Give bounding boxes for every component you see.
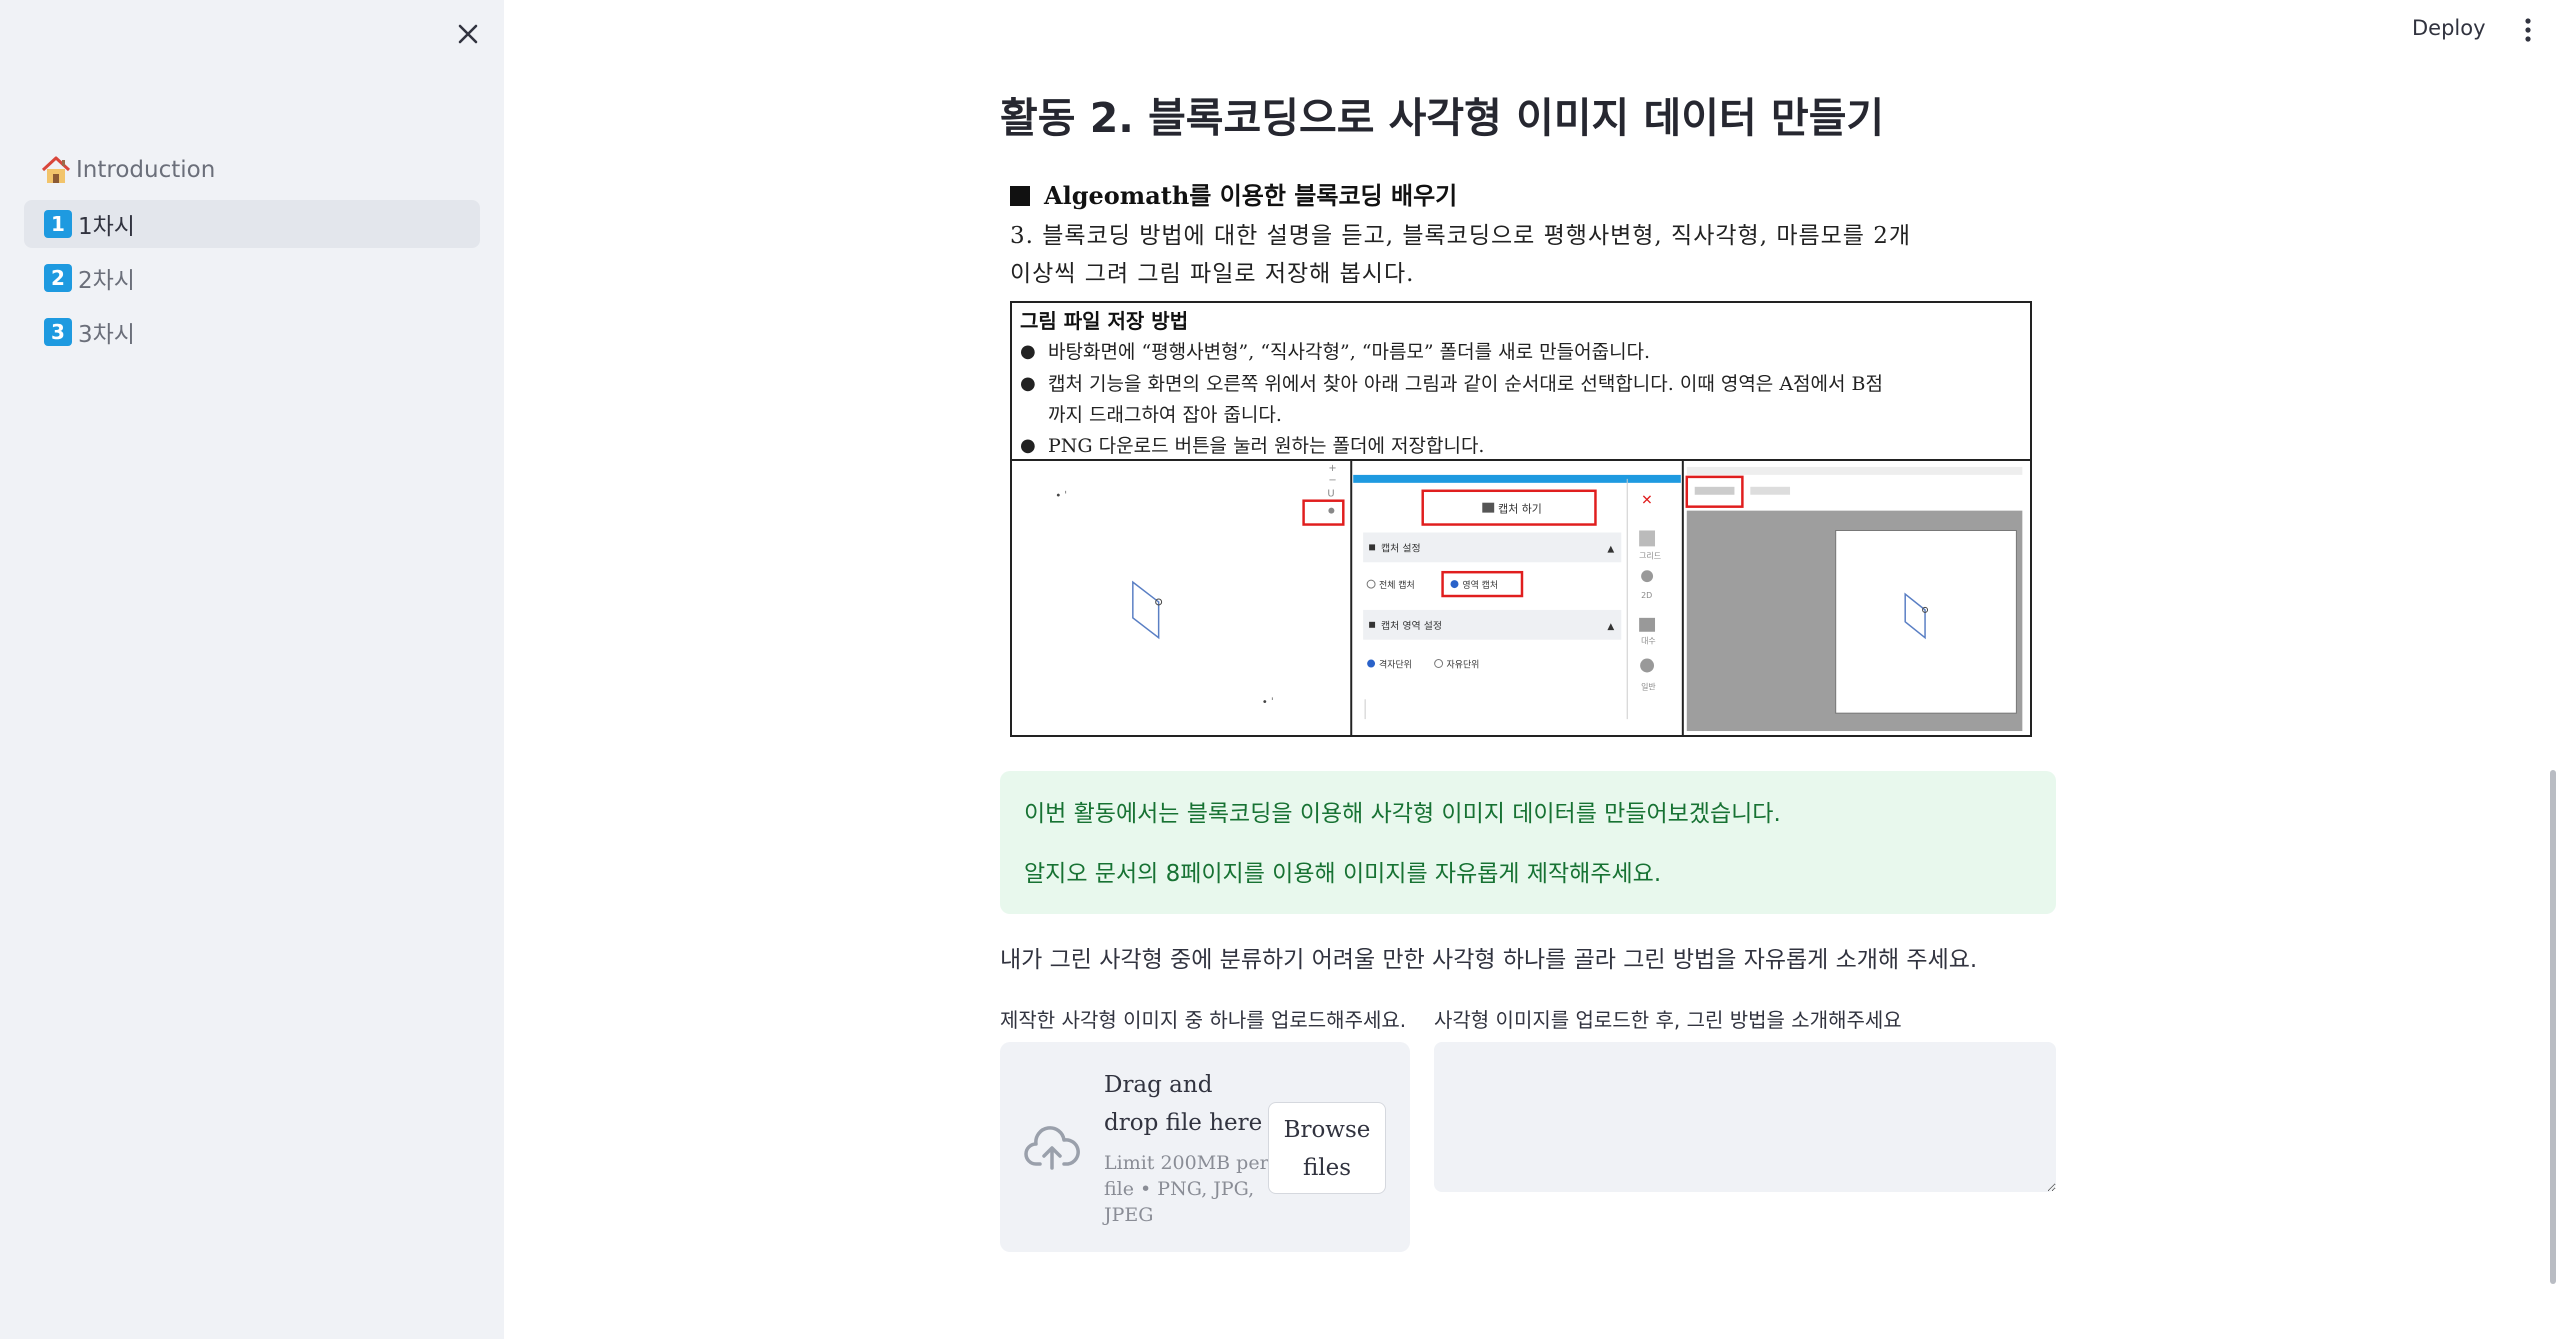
cloud-upload-icon — [1024, 1122, 1080, 1178]
nav-item-introduction[interactable]: Introduction — [24, 146, 480, 194]
dropzone-instructions: Drag and drop file here — [1104, 1072, 1263, 1136]
svg-text:격자단위: 격자단위 — [1379, 658, 1412, 670]
worksheet-bullet: PNG 다운로드 버튼을 눌러 원하는 폴더에 저장합니다. — [1012, 430, 2030, 462]
svg-text:캡처 설정: 캡처 설정 — [1381, 542, 1421, 554]
black-square-icon — [1010, 186, 1030, 206]
browse-files-button[interactable]: Browse files — [1268, 1102, 1386, 1194]
nav-item-3[interactable]: 3 3차시 — [24, 308, 480, 356]
keycap-1-icon: 1 — [44, 210, 72, 238]
svg-text:▲: ▲ — [1607, 622, 1614, 632]
capture-icon-highlight — [1302, 499, 1345, 526]
worksheet-box: 그림 파일 저장 방법 바탕화면에 “평행사변형”, “직사각형”, “마름모”… — [1010, 301, 2032, 737]
panel-3-area-selection — [1685, 466, 2023, 732]
sidebar: Introduction 1 1차시 2 2차시 3 3차시 — [0, 0, 504, 1339]
nav-item-2[interactable]: 2 2차시 — [24, 254, 480, 302]
more-menu-icon[interactable] — [2514, 16, 2542, 44]
page-title: 활동 2. 블록코딩으로 사각형 이미지 데이터 만들기 — [1000, 94, 1885, 142]
file-dropzone[interactable]: Drag and drop file here Limit 200MB per … — [1000, 1042, 1410, 1252]
svg-text:일반: 일반 — [1641, 682, 1656, 691]
worksheet-image: Algeomath를 이용한 블록코딩 배우기 3. 블록코딩 방법에 대한 설… — [1010, 176, 2034, 742]
page-scrollbar[interactable] — [2550, 770, 2556, 1284]
svg-text:−: − — [1328, 475, 1336, 486]
svg-text:▲: ▲ — [1607, 544, 1614, 554]
deploy-button[interactable]: Deploy — [2412, 16, 2486, 40]
panel-2-capture-settings: 캡처 하기 ✕ 캡처 설정 ▲ 전체 캡처 영역 캡처 캡처 영역 설정 ▲ 격… — [1353, 474, 1681, 720]
close-sidebar-icon[interactable] — [452, 18, 484, 50]
nav-item-label: 3차시 — [78, 322, 135, 348]
worksheet-bullet-cont: 까지 드래그하여 잡아 줍니다. — [1048, 404, 1282, 426]
svg-text:• ˈ: • ˈ — [1262, 697, 1274, 708]
svg-text:U: U — [1327, 489, 1334, 500]
worksheet-instruction-2: 이상씩 그려 그림 파일로 저장해 봅시다. — [1010, 261, 1415, 287]
capture-steps-figure: + − U • ˈ • ˈ 캡처 하기 ✕ 캡처 설정 ▲ 전체 캡처 영역 캡… — [1012, 459, 2030, 735]
description-label: 사각형 이미지를 업로드한 후, 그린 방법을 소개해주세요 — [1434, 1008, 1902, 1032]
svg-text:대수: 대수 — [1641, 637, 1656, 646]
nav-item-label: Introduction — [76, 157, 216, 183]
info-alert: 이번 활동에서는 블록코딩을 이용해 사각형 이미지 데이터를 만들어보겠습니다… — [1000, 771, 2056, 914]
svg-text:전체 캡처: 전체 캡처 — [1379, 579, 1415, 591]
info-line-2: 알지오 문서의 8페이지를 이용해 이미지를 자유롭게 제작해주세요. — [1024, 861, 1662, 887]
svg-text:+: + — [1328, 463, 1336, 474]
svg-text:2D: 2D — [1641, 591, 1652, 600]
svg-text:자유단위: 자유단위 — [1447, 659, 1480, 670]
keycap-3-icon: 3 — [44, 318, 72, 346]
info-line-1: 이번 활동에서는 블록코딩을 이용해 사각형 이미지 데이터를 만들어보겠습니다… — [1024, 801, 1781, 827]
keycap-2-icon: 2 — [44, 264, 72, 292]
activity-prompt: 내가 그린 사각형 중에 분류하기 어려울 만한 사각형 하나를 골라 그린 방… — [1000, 947, 1978, 973]
svg-text:• ˈ: • ˈ — [1055, 491, 1067, 502]
panel-1-canvas: + − U • ˈ • ˈ — [1055, 463, 1345, 708]
house-icon — [40, 155, 72, 185]
nav-item-label: 1차시 — [78, 214, 135, 240]
svg-text:그리드: 그리드 — [1639, 551, 1661, 560]
panel-capture-button-label: 캡처 하기 — [1498, 502, 1542, 516]
worksheet-heading: Algeomath를 이용한 블록코딩 배우기 — [1010, 176, 2034, 211]
svg-text:캡처 영역 설정: 캡처 영역 설정 — [1381, 620, 1442, 632]
worksheet-instruction-1: 3. 블록코딩 방법에 대한 설명을 듣고, 블록코딩으로 평행사변형, 직사각… — [1010, 223, 1912, 249]
page-nav: Introduction 1 1차시 2 2차시 3 3차시 — [24, 146, 480, 362]
svg-text:✕: ✕ — [1641, 493, 1653, 509]
worksheet-bullet: 바탕화면에 “평행사변형”, “직사각형”, “마름모” 폴더를 새로 만들어줍… — [1012, 336, 2030, 368]
upload-label: 제작한 사각형 이미지 중 하나를 업로드해주세요. — [1000, 1008, 1407, 1032]
worksheet-bullet: 캡처 기능을 화면의 오른쪽 위에서 찾아 아래 그림과 같이 순서대로 선택합… — [1012, 368, 2030, 400]
nav-item-label: 2차시 — [78, 268, 135, 294]
svg-text:영역 캡처: 영역 캡처 — [1462, 579, 1498, 591]
worksheet-box-title: 그림 파일 저장 방법 — [1020, 309, 1189, 333]
description-textarea[interactable] — [1434, 1042, 2056, 1192]
nav-item-1[interactable]: 1 1차시 — [24, 200, 480, 248]
dropzone-limit: Limit 200MB per file • PNG, JPG, JPEG — [1104, 1152, 1269, 1226]
